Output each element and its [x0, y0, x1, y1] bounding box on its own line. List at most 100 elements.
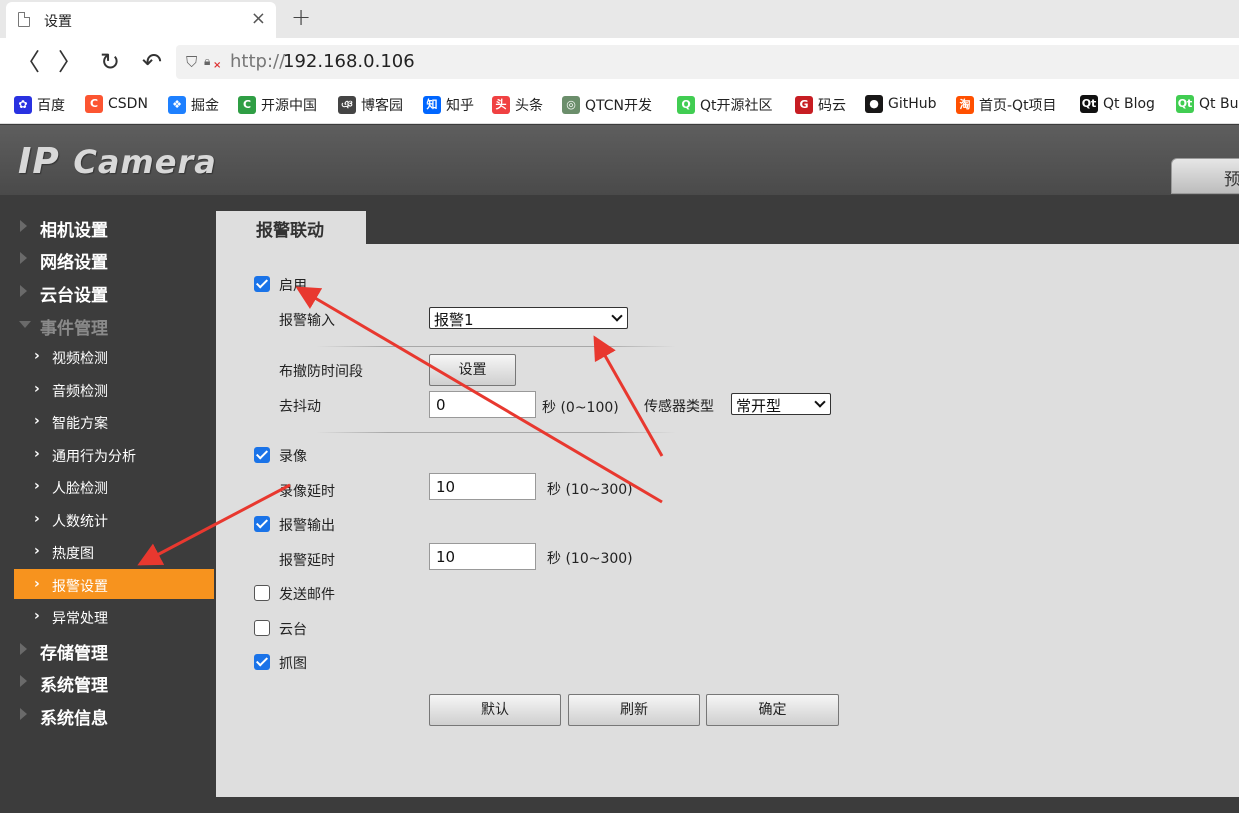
bookmark-item[interactable]: ✿ 百度 [14, 95, 65, 115]
alarm-output-checkbox[interactable] [254, 516, 270, 532]
alarm-input-select[interactable]: 报警1 [429, 307, 628, 329]
sidebar-subitem-alarm-settings[interactable]: › 报警设置 [14, 569, 214, 599]
bookmark-label: GitHub [888, 96, 937, 112]
ptz-checkbox[interactable] [254, 620, 270, 636]
collapse-triangle-icon [19, 321, 31, 328]
bookmark-label: CSDN [108, 96, 148, 112]
sidebar-item-event-management[interactable]: 事件管理 [0, 309, 216, 339]
chevron-right-icon: › [34, 608, 40, 624]
sidebar-subitem-heatmap[interactable]: › 热度图 [14, 536, 214, 566]
sidebar-subitem-exception-handling[interactable]: › 异常处理 [14, 601, 214, 631]
preview-tab-button[interactable]: 预 [1171, 158, 1239, 194]
sidebar-subitem-face-detection[interactable]: › 人脸检测 [14, 471, 214, 501]
csdn-icon: C [85, 95, 103, 113]
cnblogs-icon: ঞ [338, 96, 356, 114]
sidebar-subitem-video-detection[interactable]: › 视频检测 [14, 341, 214, 371]
insecure-x-icon: × [213, 60, 222, 71]
alarm-delay-input[interactable]: 10 [429, 543, 536, 570]
new-tab-button[interactable]: + [291, 3, 311, 31]
oschina-icon: C [238, 96, 256, 114]
reload-icon[interactable]: ↻ [100, 48, 120, 76]
ip-camera-logo: IP Camera [18, 141, 217, 182]
send-email-checkbox[interactable] [254, 585, 270, 601]
browser-tab[interactable]: 设置 × [6, 2, 276, 38]
bookmark-item[interactable]: Q Qt开源社区 [677, 95, 773, 115]
sensor-type-label: 传感器类型 [644, 399, 714, 415]
tab-close-icon[interactable]: × [251, 8, 266, 29]
bookmark-item[interactable]: ● GitHub [865, 95, 937, 113]
bookmark-item[interactable]: 头头条 [492, 95, 543, 115]
chevron-down-icon [611, 310, 623, 322]
forward-icon[interactable]: 〉 [58, 48, 82, 76]
bookmark-label: Qt开源社区 [700, 98, 773, 114]
url-host: 192.168.0.106 [283, 51, 415, 72]
sidebar-item-system-management[interactable]: 系统管理 [0, 666, 216, 696]
debounce-label: 去抖动 [279, 399, 321, 415]
bookmark-label: 知乎 [446, 98, 474, 114]
bookmark-label: 开源中国 [261, 98, 317, 114]
enable-label: 启用 [279, 278, 307, 294]
chevron-right-icon: › [34, 478, 40, 494]
undo-icon[interactable]: ↶ [142, 48, 162, 76]
record-delay-label: 录像延时 [279, 484, 335, 500]
sidebar-subitem-people-count[interactable]: › 人数统计 [14, 504, 214, 534]
chevron-right-icon: › [34, 511, 40, 527]
sensor-type-select[interactable]: 常开型 [731, 393, 831, 415]
bookmark-item[interactable]: C 开源中国 [238, 95, 317, 115]
tab-alarm-linkage[interactable]: 报警联动 [216, 211, 366, 244]
sidebar-subitem-behavior-analysis[interactable]: › 通用行为分析 [14, 439, 214, 469]
bookmark-item[interactable]: 淘首页-Qt项目 [956, 95, 1057, 115]
bookmark-label: QTCN开发 [585, 98, 652, 114]
qtcn-icon: ◎ [562, 96, 580, 114]
alarm-linkage-panel: 报警联动 启用 报警输入 报警1 布撤防时间段 设置 去抖动 0 秒 (0~10… [216, 195, 1239, 797]
browser-tab-bar: 设置 × + [0, 0, 1239, 38]
qt-blog-icon: Qt [1080, 95, 1098, 113]
bookmark-item[interactable]: ◎ QTCN开发 [562, 95, 652, 115]
bookmark-item[interactable]: Qt Qt Bu [1176, 95, 1238, 113]
bookmarks-bar: ✿ 百度 C CSDN ❖ 掘金 C 开源中国 ঞ 博客园知知乎头头条 ◎ QTCN开发 Q Qt开源社区… [0, 86, 1239, 124]
ok-button[interactable]: 确定 [706, 694, 839, 726]
bookmark-item[interactable]: G 码云 [795, 95, 846, 115]
sidebar-subitem-smart-plan[interactable]: › 智能方案 [14, 406, 214, 436]
snapshot-label: 抓图 [279, 656, 307, 672]
chevron-right-icon: › [34, 446, 40, 462]
sidebar-item-storage-management[interactable]: 存储管理 [0, 634, 216, 664]
sidebar-subitem-audio-detection[interactable]: › 音频检测 [14, 374, 214, 404]
expand-triangle-icon [20, 708, 27, 720]
bookmark-item[interactable]: Qt Qt Blog [1080, 95, 1155, 113]
expand-triangle-icon [20, 643, 27, 655]
sidebar-item-network-settings[interactable]: 网络设置 [0, 243, 216, 273]
shield-icon[interactable]: ⛉ [186, 53, 197, 71]
enable-checkbox[interactable] [254, 276, 270, 292]
debounce-input[interactable]: 0 [429, 391, 536, 418]
send-email-label: 发送邮件 [279, 587, 335, 603]
record-delay-input[interactable]: 10 [429, 473, 536, 500]
chevron-down-icon [814, 396, 826, 408]
snapshot-checkbox[interactable] [254, 654, 270, 670]
bookmark-item[interactable]: 知知乎 [423, 95, 474, 115]
bookmark-item[interactable]: ❖ 掘金 [168, 95, 219, 115]
content-tab-strip: 报警联动 [216, 195, 1239, 244]
back-icon[interactable]: 〈 [16, 48, 40, 76]
chevron-right-icon: › [34, 381, 40, 397]
schedule-settings-button[interactable]: 设置 [429, 354, 516, 386]
url-field[interactable]: ⛉ 🔒︎ × http:// 192.168.0.106 [176, 45, 1239, 79]
sidebar-item-camera-settings[interactable]: 相机设置 [0, 211, 216, 241]
default-button[interactable]: 默认 [429, 694, 561, 726]
bookmark-item[interactable]: ঞ 博客园 [338, 95, 403, 115]
sidebar-item-system-info[interactable]: 系统信息 [0, 699, 216, 729]
sidebar-item-ptz-settings[interactable]: 云台设置 [0, 276, 216, 306]
lock-icon: 🔒︎ [204, 54, 211, 68]
bookmark-item[interactable]: C CSDN [85, 95, 148, 113]
divider [316, 346, 676, 347]
record-checkbox[interactable] [254, 447, 270, 463]
schedule-label: 布撤防时间段 [279, 364, 363, 380]
address-bar-row: 〈 〉 ↻ ↶ ⛉ 🔒︎ × http:// 192.168.0.106 [0, 38, 1239, 86]
record-label: 录像 [279, 449, 307, 465]
juejin-icon: ❖ [168, 96, 186, 114]
bookmark-label: Qt Bu [1199, 96, 1239, 112]
qt-community-icon: Q [677, 96, 695, 114]
refresh-button[interactable]: 刷新 [568, 694, 700, 726]
chevron-right-icon: › [34, 348, 40, 364]
chevron-right-icon: › [34, 413, 40, 429]
